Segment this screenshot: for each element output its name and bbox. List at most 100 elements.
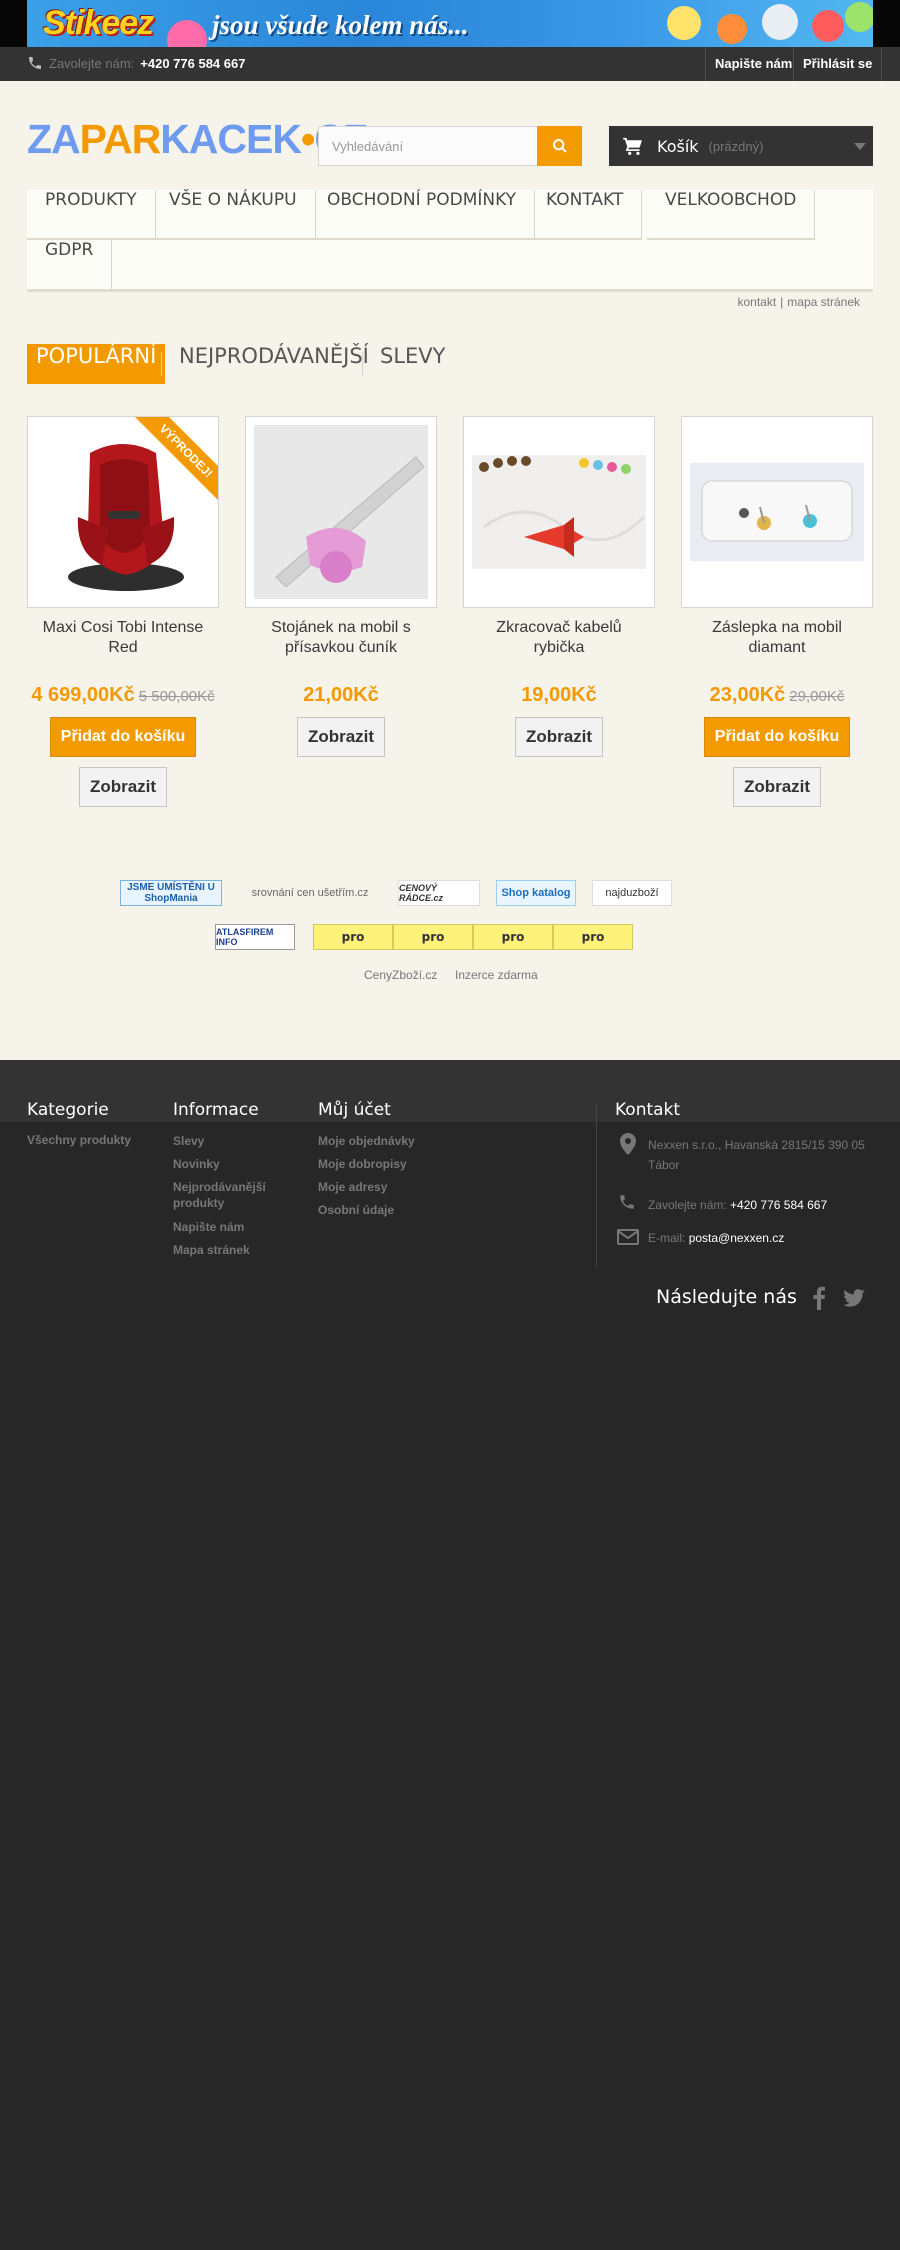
footer-email-label: E-mail: <box>648 1231 686 1245</box>
shopmania-badge[interactable]: JSME UMÍSTĚNI U ShopMania <box>120 880 222 906</box>
top-bar: Zavolejte nám: +420 776 584 667 Napište … <box>0 47 900 81</box>
banner-toy <box>667 6 701 40</box>
product-price-row: 19,00Kč <box>463 684 655 707</box>
product-name[interactable]: Maxi Cosi Tobi Intense Red <box>27 618 219 658</box>
product-image[interactable] <box>681 416 873 608</box>
logo-part: PAR <box>79 116 162 162</box>
envelope-icon <box>617 1229 639 1245</box>
view-button[interactable]: Zobrazit <box>733 767 821 807</box>
pro-badge[interactable]: pro <box>553 924 633 950</box>
inzerce-link[interactable]: Inzerce zdarma <box>455 968 538 982</box>
site-logo[interactable]: ZAPARKACEK•CZ <box>27 116 368 163</box>
ceny-zbozi-link[interactable]: CenyZboží.cz <box>364 968 437 982</box>
menu-item-gdpr[interactable]: GDPR <box>27 240 113 290</box>
usetrim-badge[interactable]: srovnání cen ušetřím.cz <box>238 880 382 906</box>
sitemap-link[interactable]: mapa stránek <box>787 295 860 309</box>
footer-link[interactable]: Moje adresy <box>318 1179 428 1195</box>
twitter-icon[interactable] <box>843 1289 865 1307</box>
product-image[interactable] <box>245 416 437 608</box>
logo-part: KACEK <box>160 116 302 162</box>
najdu-zbozi-badge[interactable]: najduzboží <box>592 880 672 906</box>
product-old-price: 29,00Kč <box>789 688 845 705</box>
footer-phone-number[interactable]: +420 776 584 667 <box>730 1198 827 1212</box>
logo-part: ZA <box>27 116 81 162</box>
banner-toy <box>717 14 747 44</box>
product-price: 4 699,00Kč <box>31 684 135 706</box>
pro-badge[interactable]: pro <box>473 924 553 950</box>
pro-badge[interactable]: pro <box>393 924 473 950</box>
footer-link[interactable]: Slevy <box>173 1133 283 1149</box>
footer-email-link[interactable]: posta@nexxen.cz <box>689 1231 785 1245</box>
footer-link[interactable]: Mapa stránek <box>173 1242 283 1258</box>
shop-katalog-badge[interactable]: Shop katalog <box>496 880 576 906</box>
cart-button[interactable]: Košík (prázdný) <box>609 126 873 166</box>
footer-link[interactable]: Moje dobropisy <box>318 1156 428 1172</box>
product-price-row: 23,00Kč 29,00Kč <box>681 684 873 707</box>
footer-link[interactable]: Napište nám <box>173 1219 283 1235</box>
follow-us-title: Následujte nás <box>656 1286 797 1308</box>
search-icon <box>552 139 567 153</box>
cart-icon <box>623 137 642 155</box>
footer-phone-label: Zavolejte nám: <box>648 1198 727 1212</box>
menu-item-vse-o-nakupu[interactable]: Vše o nákupu <box>151 190 316 240</box>
pro-badge[interactable]: pro <box>313 924 393 950</box>
footer-link[interactable]: Novinky <box>173 1156 283 1172</box>
footer-email: E-mail: posta@nexxen.cz <box>648 1228 900 1248</box>
footer-link[interactable]: Všechny produkty <box>27 1132 137 1148</box>
product-image[interactable]: Výprodej! <box>27 416 219 608</box>
promo-banner[interactable]: Stikeez jsou všude kolem nás... <box>27 0 873 47</box>
product-name[interactable]: Záslepka na mobil diamant <box>681 618 873 658</box>
menu-item-velkoobchod[interactable]: Velkoobchod <box>647 190 816 240</box>
dust-plug-image <box>690 463 864 561</box>
contact-us-link[interactable]: Napište nám <box>705 47 801 81</box>
product-card: Stojánek na mobil s přísavkou čuník 21,0… <box>245 416 437 757</box>
footer-account-title: Můj účet <box>318 1100 391 1120</box>
tab-popular[interactable]: Populární <box>27 344 166 384</box>
banner-slogan: jsou všude kolem nás... <box>212 10 469 40</box>
phone-icon <box>620 1195 634 1209</box>
banner-strip: Stikeez jsou všude kolem nás... <box>0 0 900 47</box>
product-name[interactable]: Zkracovač kabelů rybička <box>463 618 655 658</box>
footer-link[interactable]: Moje objednávky <box>318 1133 428 1149</box>
menu-item-obchodni-podminky[interactable]: Obchodní podmínky <box>309 190 536 240</box>
chevron-down-icon <box>854 143 866 150</box>
menu-item-kontakt[interactable]: Kontakt <box>528 190 643 240</box>
search-button[interactable] <box>537 126 582 166</box>
tab-divider <box>362 352 363 376</box>
view-button[interactable]: Zobrazit <box>79 767 167 807</box>
banner-toy <box>812 10 844 42</box>
phone-icon <box>29 57 41 69</box>
footer-band <box>0 1060 900 1122</box>
product-image[interactable] <box>463 416 655 608</box>
tab-divider <box>161 352 162 376</box>
tab-sales[interactable]: Slevy <box>371 344 455 384</box>
banner-toy <box>762 4 798 40</box>
login-link[interactable]: Přihlásit se <box>793 47 883 81</box>
facebook-icon[interactable] <box>812 1286 826 1310</box>
product-price-row: 21,00Kč <box>245 684 437 707</box>
logo-part: • <box>300 116 315 162</box>
product-card: Záslepka na mobil diamant 23,00Kč 29,00Kč… <box>681 416 873 807</box>
footer-categories-title: Kategorie <box>27 1100 109 1120</box>
contact-link[interactable]: kontakt <box>737 295 776 309</box>
phone-number[interactable]: +420 776 584 667 <box>140 56 245 71</box>
menu-item-produkty[interactable]: Produkty <box>27 190 156 240</box>
banner-logo: Stikeez <box>43 4 154 42</box>
footer-link[interactable]: Nejprodávanější produkty <box>173 1179 283 1211</box>
footer-phone: Zavolejte nám: +420 776 584 667 <box>648 1195 900 1215</box>
view-button[interactable]: Zobrazit <box>515 717 603 757</box>
atlas-firem-badge[interactable]: ATLASFIREM INFO <box>215 924 295 950</box>
product-card: Výprodej! Maxi Cosi Tobi Intense Red 4 6… <box>27 416 219 807</box>
add-to-cart-button[interactable]: Přidat do košíku <box>704 717 850 757</box>
top-phone: Zavolejte nám: +420 776 584 667 <box>27 55 245 71</box>
product-name[interactable]: Stojánek na mobil s přísavkou čuník <box>245 618 437 658</box>
view-button[interactable]: Zobrazit <box>297 717 385 757</box>
footer-divider <box>596 1103 597 1267</box>
phone-stand-image <box>254 425 428 599</box>
tab-bestsellers[interactable]: Nejprodávanější <box>170 344 378 384</box>
cart-label: Košík <box>657 136 699 156</box>
cenovy-radce-badge[interactable]: CENOVÝ RÁDCE.cz <box>398 880 480 906</box>
add-to-cart-button[interactable]: Přidat do košíku <box>50 717 196 757</box>
footer-link[interactable]: Osobní údaje <box>318 1202 428 1218</box>
cart-status: (prázdný) <box>708 138 764 154</box>
